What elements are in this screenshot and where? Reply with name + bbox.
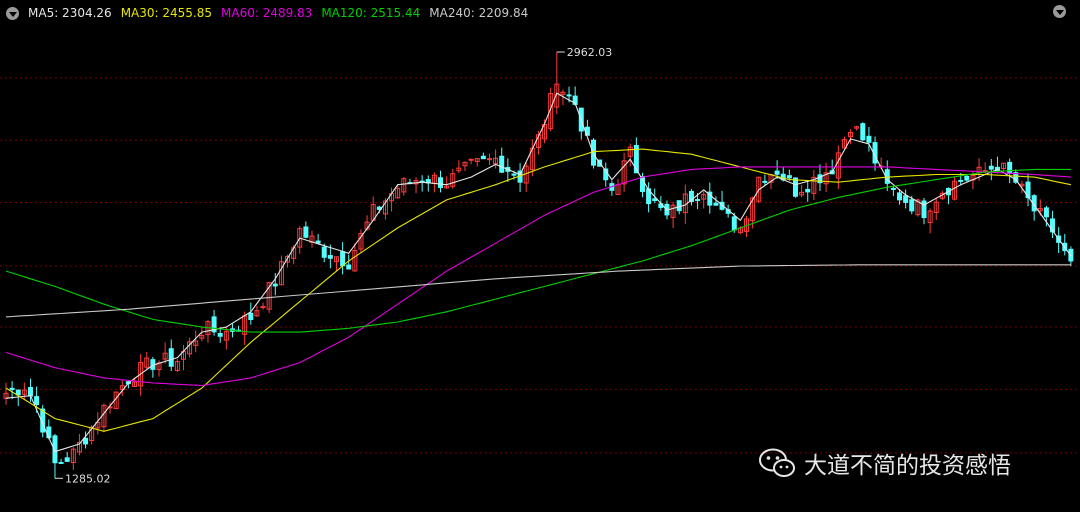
candle-down xyxy=(695,199,701,202)
candle-down xyxy=(27,387,33,397)
candle-down xyxy=(890,187,896,190)
candle-down xyxy=(792,177,798,197)
candle-down xyxy=(1007,161,1013,174)
candle-down xyxy=(217,333,223,337)
candle-down xyxy=(46,426,52,439)
candle-down xyxy=(921,200,927,219)
candle-down xyxy=(303,226,309,238)
watermark-text: 大道不简的投资感悟 xyxy=(804,453,1011,479)
candle-down xyxy=(566,94,572,97)
candle-down xyxy=(346,264,352,270)
candle-down xyxy=(438,177,444,188)
legend-ma5: MA5: 2304.26 xyxy=(28,6,112,20)
candle-down xyxy=(340,251,346,267)
candle-down xyxy=(786,175,792,179)
candle-down xyxy=(321,246,327,258)
legend-ma30: MA30: 2455.85 xyxy=(120,6,212,20)
candle-down xyxy=(713,202,719,206)
line-ma120 xyxy=(5,168,1071,333)
legend-ma120: MA120: 2515.44 xyxy=(321,6,421,20)
legend-ma60: MA60: 2489.83 xyxy=(221,6,313,20)
candle-down xyxy=(9,387,15,391)
candle-down xyxy=(860,123,866,141)
candle-down xyxy=(909,199,915,212)
candle-down xyxy=(897,192,903,201)
wechat-icon xyxy=(759,448,795,477)
candle-down xyxy=(168,348,174,367)
candle-up xyxy=(486,158,492,161)
candle-down xyxy=(272,283,278,287)
candle-down xyxy=(964,175,970,181)
candle-down xyxy=(866,135,872,143)
legend-toggle-icon[interactable] xyxy=(6,6,19,20)
watermark: 大道不简的投资感悟 xyxy=(758,446,1011,480)
price-chart: 2962.03 1285.02 xyxy=(0,46,1080,485)
candle-down xyxy=(327,255,333,259)
candle-down xyxy=(903,195,909,203)
line-ma240 xyxy=(5,264,1071,318)
candle-up xyxy=(260,306,266,309)
candle-down xyxy=(58,461,64,464)
candle-down xyxy=(805,188,811,193)
high-price-label: 2962.03 xyxy=(567,46,613,59)
ma-legend: MA5: 2304.26 MA30: 2455.85 MA60: 2489.83… xyxy=(6,4,528,22)
candle-down xyxy=(248,312,254,321)
candle-down xyxy=(83,437,89,445)
candle-down xyxy=(480,155,486,160)
candle-down xyxy=(1043,207,1049,218)
candle-down xyxy=(731,216,737,231)
candle-down xyxy=(774,170,780,175)
candle-down xyxy=(676,200,682,212)
candle-down xyxy=(34,396,40,405)
chart-menu-button[interactable] xyxy=(1053,5,1066,18)
candle-down xyxy=(511,173,517,176)
price-annotations: 2962.03 1285.02 xyxy=(54,46,613,485)
candle-down xyxy=(315,240,321,244)
candle-up xyxy=(468,158,474,161)
candle-down xyxy=(15,389,21,396)
candle-down xyxy=(64,457,70,462)
candle-down xyxy=(988,165,994,170)
candle-down xyxy=(652,198,658,201)
candle-down xyxy=(958,179,964,182)
candle-down xyxy=(499,155,505,173)
legend-ma240: MA240: 2209.84 xyxy=(429,6,529,20)
low-price-label: 1285.02 xyxy=(65,472,111,485)
candle-down xyxy=(762,180,768,183)
